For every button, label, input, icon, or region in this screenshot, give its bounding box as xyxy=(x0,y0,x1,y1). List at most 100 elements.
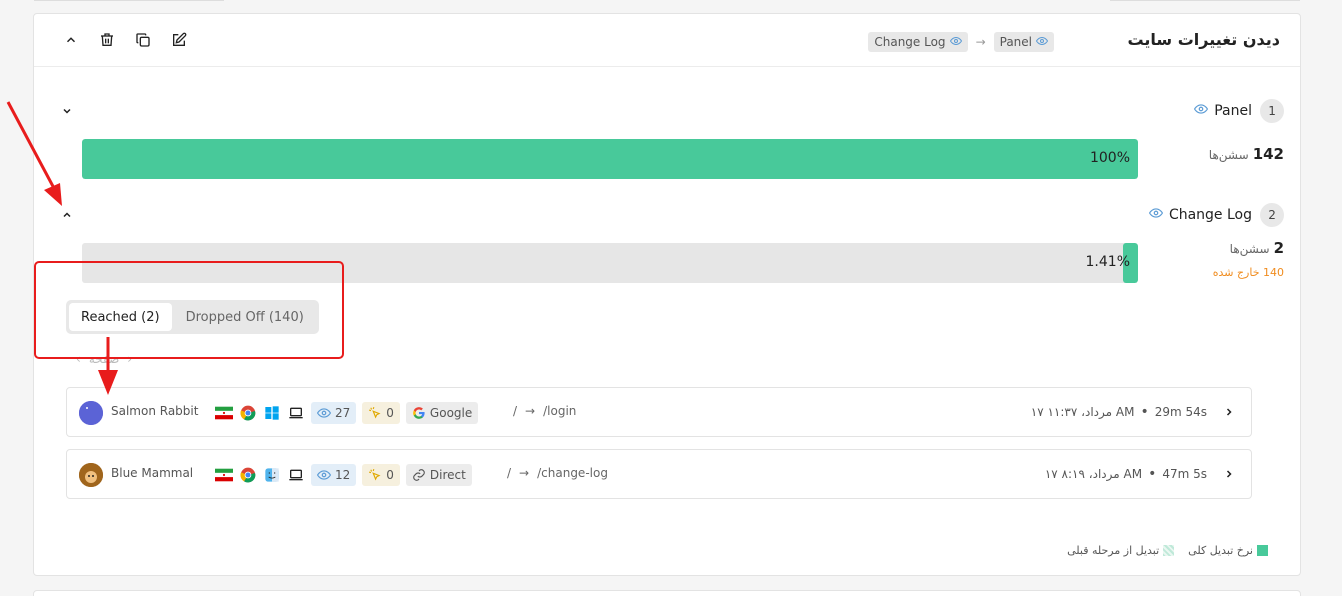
legend-label: نرخ تبدیل کلی xyxy=(1188,544,1253,557)
session-meta: 29m 54s • AM مرداد، ۱۱:۳۷ ۱۷ xyxy=(1031,404,1207,420)
views-count: 12 xyxy=(335,468,351,482)
session-path: / → /change-log xyxy=(507,466,608,480)
step-2-count: 2 سشن‌ها xyxy=(1230,239,1284,257)
page-label: صفحه xyxy=(88,352,120,366)
source-label: Google xyxy=(429,406,473,420)
page-views-badge: 12 xyxy=(311,464,357,486)
chrome-icon xyxy=(239,404,257,422)
eye-icon xyxy=(317,408,331,418)
path-to: /change-log xyxy=(537,466,608,480)
source-badge: Direct xyxy=(405,464,472,486)
mac-finder-icon xyxy=(263,466,281,484)
breadcrumb: Change Log → Panel xyxy=(868,32,1054,52)
link-icon xyxy=(413,469,425,481)
session-duration: 29m 54s xyxy=(1154,405,1207,419)
session-time: AM مرداد، ۱۱:۳۷ ۱۷ xyxy=(1030,405,1135,419)
tab-reached[interactable]: Reached (2) xyxy=(69,303,172,331)
page-views-badge: 27 xyxy=(311,402,357,424)
session-attributes: 27 0 Google xyxy=(215,402,479,424)
session-row[interactable]: Salmon Rabbit 27 0 Google / → /login 29m… xyxy=(66,387,1252,437)
iran-flag-icon xyxy=(215,404,233,422)
path-from: / xyxy=(507,466,512,480)
expand-chevron-right-icon[interactable] xyxy=(1221,404,1237,420)
next-page-chevron-right-icon[interactable]: › xyxy=(127,352,132,366)
expand-chevron-right-icon[interactable] xyxy=(1221,466,1237,482)
source-label: Direct xyxy=(429,468,466,482)
source-badge: Google xyxy=(405,402,479,424)
path-to: /login xyxy=(543,404,577,418)
duplicate-button[interactable] xyxy=(134,31,152,49)
session-duration: 47m 5s xyxy=(1162,467,1207,481)
bar-percent: 1.41% xyxy=(1085,254,1130,270)
session-tabs: Reached (2) Dropped Off (140) xyxy=(66,300,319,334)
card-header: دیدن تغییرات سایت Change Log → Panel xyxy=(34,14,1300,67)
breadcrumb-item-change-log[interactable]: Change Log xyxy=(868,32,968,52)
legend-swatch-hatched xyxy=(1163,545,1175,556)
next-card xyxy=(33,590,1301,596)
collapse-button[interactable] xyxy=(62,31,80,49)
path-from: / xyxy=(513,404,518,418)
eye-icon xyxy=(317,470,331,480)
step-2-toggle-chevron-up-icon[interactable] xyxy=(58,206,76,224)
clicks-badge: 0 xyxy=(362,402,400,424)
count-unit: سشن‌ها xyxy=(1229,242,1270,256)
legend-step: تبدیل از مرحله قبلی xyxy=(1067,544,1175,557)
bar-percent: 100% xyxy=(1089,150,1130,166)
separator-dot: • xyxy=(1148,466,1157,482)
legend-overall: نرخ تبدیل کلی xyxy=(1188,544,1268,557)
clicks-count: 0 xyxy=(386,468,394,482)
clicks-badge: 0 xyxy=(362,464,400,486)
user-name: Salmon Rabbit xyxy=(111,404,199,418)
prev-page-chevron-left-icon[interactable]: ‹ xyxy=(76,352,81,366)
eye-icon xyxy=(1194,102,1209,120)
windows-icon xyxy=(263,404,281,422)
pagination: ‹ صفحه › xyxy=(76,352,132,366)
step-2-bar: 1.41% xyxy=(82,243,1138,283)
breadcrumb-label: Panel xyxy=(999,35,1032,49)
session-path: / → /login xyxy=(513,404,576,418)
step-number: 1 xyxy=(1260,99,1284,123)
views-count: 27 xyxy=(335,406,351,420)
step-number: 2 xyxy=(1260,203,1284,227)
session-attributes: 12 0 Direct xyxy=(215,464,472,486)
step-label-text: Change Log xyxy=(1168,207,1252,223)
eye-icon xyxy=(949,35,962,50)
arrow-right-icon: → xyxy=(975,35,986,49)
laptop-icon xyxy=(287,404,305,422)
arrow-right-icon: → xyxy=(525,404,536,418)
iran-flag-icon xyxy=(215,466,233,484)
google-icon xyxy=(413,407,425,419)
breadcrumb-item-panel[interactable]: Panel xyxy=(993,32,1054,52)
user-name: Blue Mammal xyxy=(111,466,194,480)
legend-label: تبدیل از مرحله قبلی xyxy=(1067,544,1160,557)
eye-icon xyxy=(1035,35,1049,50)
avatar xyxy=(79,463,103,487)
breadcrumb-label: Change Log xyxy=(874,35,946,49)
dropped-count: 140 خارج شده xyxy=(1212,266,1284,279)
avatar xyxy=(79,401,103,425)
bar-fill xyxy=(82,139,1138,179)
count-number: 2 xyxy=(1273,239,1284,257)
funnel-card: دیدن تغییرات سایت Change Log → Panel 1 P… xyxy=(33,13,1301,576)
step-label: Change Log xyxy=(1148,206,1252,224)
step-label-text: Panel xyxy=(1214,103,1252,119)
step-1-header: 1 Panel xyxy=(1194,99,1284,123)
tab-dropped-off[interactable]: Dropped Off (140) xyxy=(174,303,316,331)
page-title: دیدن تغییرات سایت xyxy=(1127,30,1280,49)
session-row[interactable]: Blue Mammal 12 0 Direct / → /change-log xyxy=(66,449,1252,499)
edit-button[interactable] xyxy=(170,31,188,49)
legend: نرخ تبدیل کلی تبدیل از مرحله قبلی xyxy=(1067,544,1268,557)
step-label: Panel xyxy=(1194,102,1252,120)
step-1-count: 142 سشن‌ها xyxy=(1209,145,1284,163)
arrow-right-icon: → xyxy=(519,466,530,480)
header-toolbar xyxy=(62,31,188,49)
delete-button[interactable] xyxy=(98,31,116,49)
chrome-icon xyxy=(239,466,257,484)
laptop-icon xyxy=(287,466,305,484)
legend-swatch-solid xyxy=(1257,545,1268,556)
session-time: AM مرداد، ۸:۱۹ ۱۷ xyxy=(1044,467,1143,481)
separator-dot: • xyxy=(1140,404,1149,420)
count-number: 142 xyxy=(1252,145,1284,163)
step-1-toggle-chevron-down-icon[interactable] xyxy=(58,102,76,120)
sparkle-click-icon xyxy=(369,468,381,481)
